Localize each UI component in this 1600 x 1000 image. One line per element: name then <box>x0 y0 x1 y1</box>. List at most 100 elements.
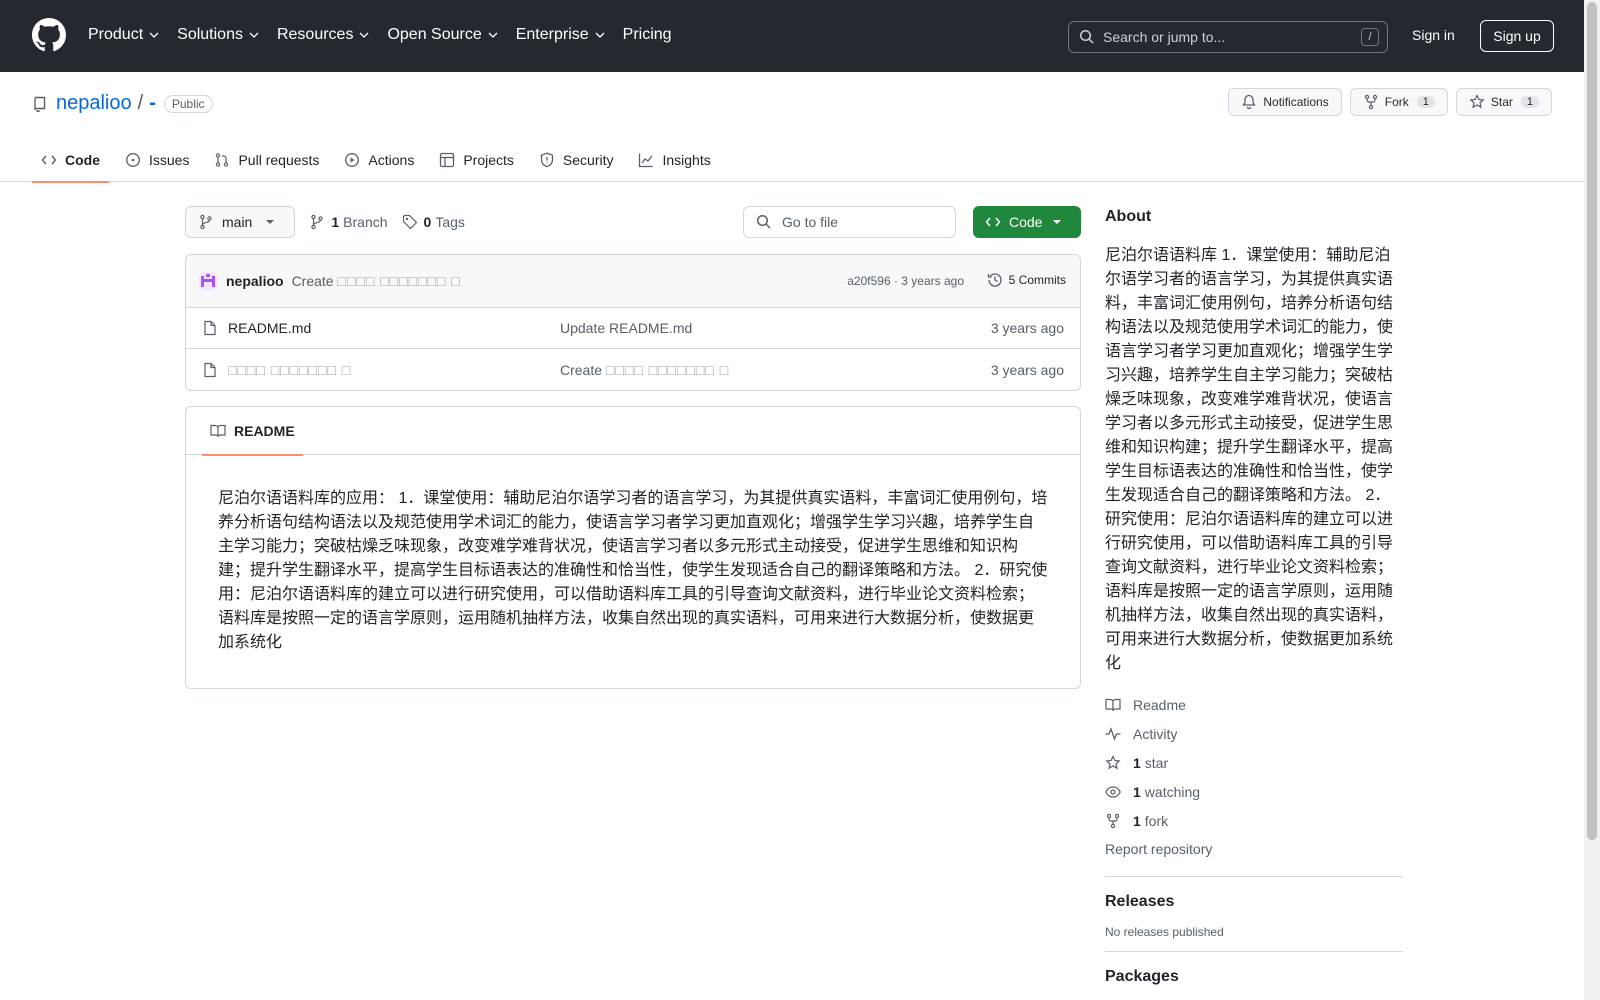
file-icon <box>204 320 216 336</box>
search-icon <box>756 214 771 229</box>
tab-pull-requests[interactable]: Pull requests <box>205 138 328 182</box>
repo-owner-link[interactable]: nepalioo <box>56 92 132 115</box>
file-age: 3 years ago <box>990 320 1064 336</box>
file-commit-text: Create <box>560 361 603 378</box>
commit-message-link[interactable]: Create □□□□ □□□□□□□ □ <box>292 273 461 289</box>
readme-tab-label: README <box>234 422 295 439</box>
pull-request-icon <box>216 153 229 167</box>
code-button-label: Code <box>1009 214 1043 230</box>
chevron-down-icon <box>249 32 259 38</box>
star-label: Star <box>1490 95 1513 109</box>
file-icon <box>204 362 216 377</box>
report-repository-link[interactable]: Report repository <box>1105 841 1212 857</box>
search-input[interactable]: Search or jump to... / <box>1068 21 1388 53</box>
commits-count: 5 Commits <box>1008 273 1066 287</box>
nav-label: Pricing <box>622 26 672 43</box>
nav-product[interactable]: Product <box>88 22 159 48</box>
nav-open-source[interactable]: Open Source <box>387 22 498 48</box>
stars-link[interactable]: 1 star <box>1105 748 1403 777</box>
graph-icon <box>639 153 653 168</box>
fork-count: 1 <box>1416 96 1435 108</box>
repo-icon <box>34 96 46 112</box>
tab-label: Pull requests <box>238 152 320 168</box>
go-to-file-placeholder: Go to file <box>782 214 839 230</box>
tab-label: Actions <box>368 152 415 168</box>
nav-resources[interactable]: Resources <box>277 22 369 48</box>
releases-heading[interactable]: Releases <box>1105 893 1403 911</box>
tab-issues[interactable]: Issues <box>116 138 198 182</box>
divider <box>1105 876 1403 877</box>
commit-author-link[interactable]: nepalioo <box>226 273 284 289</box>
history-icon <box>987 273 1002 287</box>
nav-enterprise[interactable]: Enterprise <box>516 22 605 48</box>
file-commit-message[interactable]: Update README.md <box>560 320 692 336</box>
tab-label: Security <box>562 152 614 168</box>
file-name-link[interactable]: □□□□ □□□□□□□ □ <box>228 362 351 378</box>
scrollbar-thumb[interactable] <box>1587 2 1597 840</box>
sign-up-button[interactable]: Sign up <box>1480 20 1554 52</box>
tab-projects[interactable]: Projects <box>430 138 523 182</box>
repo-actions: Notifications Fork 1 Star 1 <box>1220 88 1552 116</box>
watching-label: watching <box>1144 783 1201 800</box>
code-icon <box>985 217 1001 227</box>
watching-link[interactable]: 1 watching <box>1105 777 1403 806</box>
readme-tab-bar: README <box>186 407 1080 456</box>
tag-count: 0 <box>423 214 432 230</box>
about-sidebar: About 尼泊尔语语料库 1．课堂使用：辅助尼泊尔语学习者的语言学习，为其提供… <box>1105 208 1403 986</box>
sign-in-link[interactable]: Sign in <box>1412 27 1455 43</box>
nav-solutions[interactable]: Solutions <box>177 22 259 48</box>
code-icon <box>41 155 57 165</box>
readme-tab[interactable]: README <box>202 407 303 456</box>
file-commit-message[interactable]: Create □□□□ □□□□□□□ □ <box>560 362 729 378</box>
repo-header: nepalioo / - Public Notifications Fork 1… <box>0 72 1584 183</box>
branches-link[interactable]: 1 Branch <box>309 214 388 230</box>
search-icon <box>1079 29 1094 44</box>
commits-history-link[interactable]: 5 Commits <box>987 272 1066 288</box>
about-links: Readme Activity 1 star 1 watching 1 fork Re… <box>1105 690 1403 864</box>
nav-pricing[interactable]: Pricing <box>623 22 672 48</box>
activity-link[interactable]: Activity <box>1105 719 1403 748</box>
releases-empty-text: No releases published <box>1105 925 1224 939</box>
tab-actions[interactable]: Actions <box>335 138 423 182</box>
file-list: nepalioo Create □□□□ □□□□□□□ □ a20f596 ·… <box>185 254 1081 391</box>
shield-icon <box>540 152 554 168</box>
tab-code[interactable]: Code <box>32 138 109 183</box>
fork-icon <box>1106 813 1120 828</box>
avatar[interactable] <box>198 271 218 291</box>
file-name-link[interactable]: README.md <box>228 320 311 336</box>
star-button[interactable]: Star 1 <box>1455 88 1552 116</box>
file-commit-text: Update README.md <box>560 320 693 336</box>
stars-count: 1 <box>1133 754 1141 771</box>
nav-label: Open Source <box>387 26 482 43</box>
star-icon <box>1469 94 1485 109</box>
page-scrollbar[interactable] <box>1584 0 1600 1000</box>
repo-name-link[interactable]: - <box>149 92 156 115</box>
branch-count: 1 <box>331 214 340 230</box>
code-dropdown-button[interactable]: Code <box>973 206 1081 238</box>
nav-label: Solutions <box>177 26 243 43</box>
fork-button[interactable]: Fork 1 <box>1349 88 1448 116</box>
readme-link[interactable]: Readme <box>1105 690 1403 719</box>
tags-link[interactable]: 0 Tags <box>402 214 465 230</box>
table-row[interactable]: □□□□ □□□□□□□ □ Create □□□□ □□□□□□□ □ 3 y… <box>186 349 1080 390</box>
star-count: 1 <box>1520 96 1539 108</box>
divider <box>1105 951 1403 952</box>
chevron-down-icon <box>488 32 498 38</box>
repo-nav-tabs: Code Issues Pull requests Actions Projec… <box>32 138 727 183</box>
table-row[interactable]: README.md Update README.md 3 years ago <box>186 308 1080 349</box>
main-content: main 1 Branch 0 Tags Go to file Code nep… <box>185 206 1081 689</box>
stars-label: star <box>1144 754 1169 771</box>
packages-heading[interactable]: Packages <box>1105 968 1403 986</box>
tab-security[interactable]: Security <box>530 138 623 182</box>
branch-select-button[interactable]: main <box>185 206 296 238</box>
tab-insights[interactable]: Insights <box>629 138 719 182</box>
commit-hash-age[interactable]: a20f596 · 3 years ago <box>847 274 964 288</box>
go-to-file-input[interactable]: Go to file <box>743 206 956 238</box>
file-name-glyphs: □□□□ □□□□□□□ □ <box>228 361 352 378</box>
forks-link[interactable]: 1 fork <box>1105 806 1403 835</box>
fork-icon <box>1364 94 1377 110</box>
github-logo-icon[interactable] <box>32 18 66 52</box>
notifications-button[interactable]: Notifications <box>1228 88 1342 116</box>
latest-commit-row: nepalioo Create □□□□ □□□□□□□ □ a20f596 ·… <box>186 255 1080 308</box>
file-commit-glyphs: □□□□ □□□□□□□ □ <box>605 361 730 378</box>
